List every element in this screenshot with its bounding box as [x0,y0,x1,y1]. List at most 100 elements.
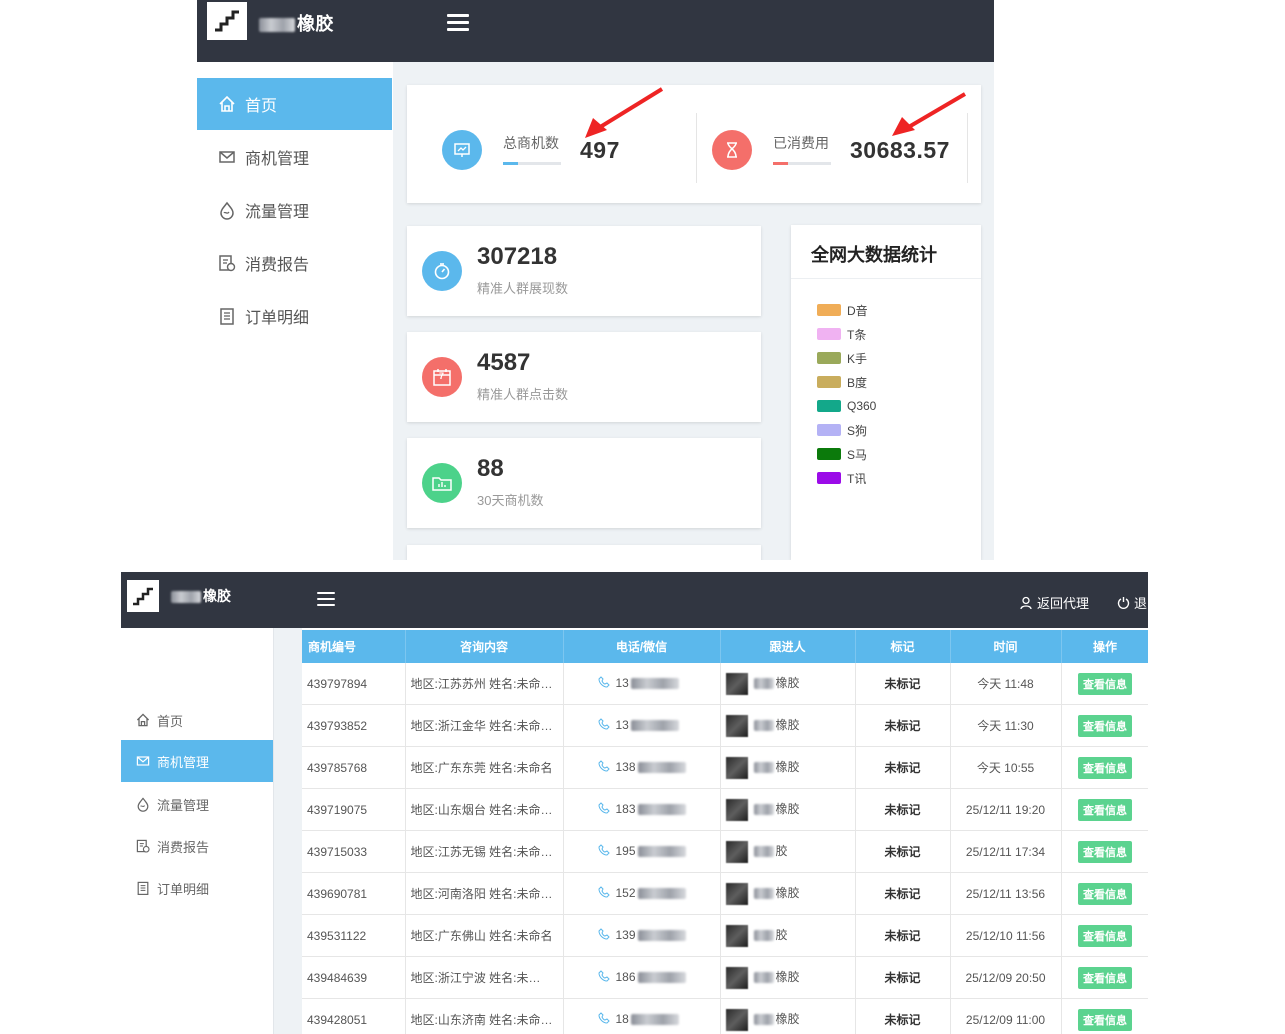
phone-icon [597,886,610,901]
phone-number: 139 [615,927,636,942]
column-header-content[interactable]: 咨询内容 [405,630,564,663]
table-header-row: 商机编号 咨询内容 电话/微信 跟进人 标记 时间 操作 [302,630,1148,663]
legend-swatch [817,472,841,484]
redacted-text [753,930,774,941]
owner-name: 胶 [775,927,788,942]
redacted-text [630,1014,679,1026]
legend-swatch [817,304,841,316]
legend-swatch [817,352,841,364]
sidebar-item-5[interactable]: 订单明细 [121,867,273,909]
redacted-text [630,720,679,732]
phone-icon [597,802,610,817]
phone-number: 13 [615,717,629,732]
cell-content: 地区:山东烟台 姓名:未命名… [405,788,564,831]
column-header-id[interactable]: 商机编号 [302,630,406,663]
cell-owner: 橡胶 [720,704,856,747]
column-header-owner[interactable]: 跟进人 [720,630,856,663]
clipboard-icon [135,880,151,896]
divider [791,278,981,279]
cell-phone: 195 [563,830,721,873]
metric-value: 307218 [477,243,558,270]
legend-swatch [817,328,841,340]
redacted-text [637,846,686,858]
view-info-button[interactable]: 查看信息 [1078,966,1132,989]
sidebar-item-1[interactable]: 首页 [121,699,273,741]
sidebar-item-4[interactable]: 消费报告 [197,237,392,289]
lead-list-screenshot: 橡胶 返回代理 退 首页商机管理流量管理 消费报告 订单明细 商机编号 咨询内容 电… [121,572,1148,1034]
cell-content: 地区:广东佛山 姓名:未命名 [405,914,564,957]
column-header-time[interactable]: 时间 [950,630,1062,663]
redacted-text [637,888,686,900]
cell-mark: 未标记 [855,830,951,873]
cell-action: 查看信息 [1061,788,1148,831]
view-info-button[interactable]: 查看信息 [1078,798,1132,821]
legend-swatch [817,424,841,436]
legend-label: S狗 [847,423,868,438]
sidebar-item-4[interactable]: 消费报告 [121,825,273,867]
column-header-phone[interactable]: 电话/微信 [563,630,721,663]
phone-number: 138 [615,759,636,774]
cell-action: 查看信息 [1061,956,1148,999]
view-info-button[interactable]: 查看信息 [1078,840,1132,863]
table-row: 439715033 地区:江苏无锡 姓名:未命名… 195 胶 未标记 25/12/11 … [302,830,1148,873]
sidebar-item-3[interactable]: 流量管理 [197,184,392,236]
redacted-text [171,591,201,604]
menu-toggle-icon[interactable] [447,14,469,32]
mail-icon [217,147,237,167]
home-icon [217,94,237,114]
phone-icon [597,844,610,859]
view-info-button[interactable]: 查看信息 [1078,1008,1132,1031]
cell-owner: 橡胶 [720,663,856,705]
sidebar-item-label: 商机管理 [245,151,310,168]
cell-time: 25/12/11 17:34 [950,830,1062,873]
owner-name: 橡胶 [775,885,800,900]
logout-link[interactable]: 退 [1117,593,1147,612]
sidebar-item-2[interactable]: 商机管理 [121,740,273,782]
presentation-icon [442,130,482,170]
phone-number: 152 [615,885,636,900]
menu-toggle-icon[interactable] [317,592,335,607]
owner-name: 胶 [775,843,788,858]
view-info-button[interactable]: 查看信息 [1078,924,1132,947]
phone-icon [597,676,610,691]
table-row: 439428051 地区:山东济南 姓名:未命名… 18 橡胶 未标记 25/12/09 … [302,998,1148,1034]
view-info-button[interactable]: 查看信息 [1078,882,1132,905]
cell-action: 查看信息 [1061,998,1148,1034]
column-header-mark[interactable]: 标记 [855,630,951,663]
metric-card: 88 30天商机数 [407,438,761,528]
cell-id: 439719075 [302,788,406,831]
redacted-text [637,972,686,984]
column-header-action[interactable]: 操作 [1061,630,1148,663]
legend-item: T条 [817,326,866,342]
avatar [725,756,748,779]
legend-item: B度 [817,374,867,390]
view-info-button[interactable]: 查看信息 [1078,756,1132,779]
back-to-agent-link[interactable]: 返回代理 [1019,593,1089,612]
brand-name: 橡胶 [171,586,231,606]
legend-item: Q360 [817,398,876,414]
legend-label: S马 [847,447,868,462]
legend-swatch [817,448,841,460]
sidebar-item-5[interactable]: 订单明细 [197,290,392,342]
view-info-button[interactable]: 查看信息 [1078,672,1132,695]
top-navbar [121,572,1148,628]
redacted-text [637,930,686,942]
cell-time: 25/12/11 13:56 [950,872,1062,915]
cell-id: 439715033 [302,830,406,873]
sidebar-item-label: 商机管理 [157,754,210,770]
redacted-text [259,18,295,33]
sidebar-item-3[interactable]: 流量管理 [121,783,273,825]
sidebar-item-2[interactable]: 商机管理 [197,131,392,183]
cell-owner: 橡胶 [720,872,856,915]
user-icon [1020,596,1032,609]
avatar [725,798,748,821]
logout-label: 退 [1134,596,1148,611]
cell-content: 地区:山东济南 姓名:未命名… [405,998,564,1034]
cell-id: 439484639 [302,956,406,999]
table-row: 439797894 地区:江苏苏州 姓名:未命名… 13 橡胶 未标记 今天 11:48 查… [302,663,1148,705]
sidebar-item-1[interactable]: 首页 [197,78,392,130]
view-info-button[interactable]: 查看信息 [1078,714,1132,737]
cell-content: 地区:浙江金华 姓名:未命名… [405,704,564,747]
cell-phone: 186 [563,956,721,999]
cell-id: 439785768 [302,746,406,789]
